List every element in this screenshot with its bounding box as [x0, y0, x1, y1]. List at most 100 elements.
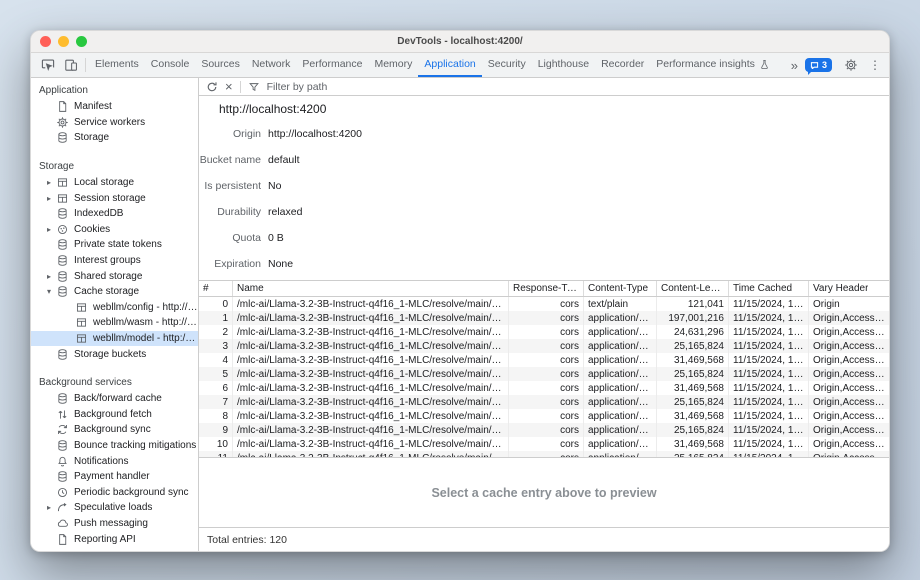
tab-performance[interactable]: Performance — [296, 53, 368, 77]
chevron-right-icon[interactable]: ▸ — [43, 225, 55, 234]
sidebar-item-storage-buckets[interactable]: Storage buckets — [31, 346, 198, 362]
cell-response-type: cors — [509, 437, 584, 451]
sidebar-item-speculative-loads[interactable]: ▸Speculative loads — [31, 500, 198, 516]
sidebar-item-service-workers[interactable]: Service workers — [31, 115, 198, 131]
sidebar-item-cookies[interactable]: ▸Cookies — [31, 222, 198, 238]
chevron-right-icon[interactable]: ▸ — [43, 503, 55, 512]
chevron-right-icon[interactable]: ▸ — [43, 178, 55, 187]
sidebar-item-indexeddb[interactable]: IndexedDB — [31, 206, 198, 222]
cell-value: Origin,Access… — [813, 411, 885, 422]
settings-gear-icon[interactable] — [839, 58, 862, 72]
cache-entry-row[interactable]: 5/mlc-ai/Llama-3.2-3B-Instruct-q4f16_1-M… — [199, 367, 889, 381]
sidebar-item-interest-groups[interactable]: Interest groups — [31, 253, 198, 269]
sidebar-item-background-sync[interactable]: Background sync — [31, 422, 198, 438]
column-header-content-length[interactable]: Content-Length — [657, 281, 729, 296]
sidebar-item-back-forward-cache[interactable]: Back/forward cache — [31, 391, 198, 407]
cell-content-length: 24,631,296 — [657, 325, 729, 339]
tab-memory[interactable]: Memory — [368, 53, 418, 77]
console-messages-badge[interactable]: 3 — [805, 58, 832, 72]
cell-: 6 — [199, 381, 233, 395]
filter-by-path-input[interactable] — [267, 79, 417, 94]
tab-console[interactable]: Console — [145, 53, 196, 77]
sidebar-item-webllm-model-http-loc[interactable]: webllm/model - http://loc… — [31, 331, 198, 347]
minimize-window-button[interactable] — [58, 36, 69, 47]
cache-entry-row[interactable]: 0/mlc-ai/Llama-3.2-3B-Instruct-q4f16_1-M… — [199, 297, 889, 311]
tab-elements[interactable]: Elements — [89, 53, 145, 77]
cache-storage-panel: × http://localhost:4200 Originhttp://loc… — [199, 78, 889, 551]
sidebar-item-cache-storage[interactable]: ▾Cache storage — [31, 284, 198, 300]
cache-entry-row[interactable]: 1/mlc-ai/Llama-3.2-3B-Instruct-q4f16_1-M… — [199, 311, 889, 325]
cache-entry-row[interactable]: 3/mlc-ai/Llama-3.2-3B-Instruct-q4f16_1-M… — [199, 339, 889, 353]
sidebar-item-push-messaging[interactable]: Push messaging — [31, 516, 198, 532]
cache-entry-row[interactable]: 8/mlc-ai/Llama-3.2-3B-Instruct-q4f16_1-M… — [199, 409, 889, 423]
sidebar-item-session-storage[interactable]: ▸Session storage — [31, 190, 198, 206]
device-toolbar-icon[interactable] — [59, 53, 82, 77]
column-header-name[interactable]: Name — [233, 281, 509, 296]
cache-entry-row[interactable]: 6/mlc-ai/Llama-3.2-3B-Instruct-q4f16_1-M… — [199, 381, 889, 395]
cell-value: 2 — [222, 327, 228, 338]
sidebar-item-manifest[interactable]: Manifest — [31, 99, 198, 115]
more-tabs-icon[interactable]: » — [791, 59, 798, 72]
tabbar-right-controls: » 3 ⋮ — [787, 53, 885, 77]
cell-: 2 — [199, 325, 233, 339]
devtools-window: DevTools - localhost:4200/ ElementsConso… — [30, 30, 890, 552]
sidebar-item-label: Background fetch — [74, 409, 198, 420]
close-window-button[interactable] — [40, 36, 51, 47]
sidebar-item-periodic-background-sync[interactable]: Periodic background sync — [31, 484, 198, 500]
refresh-icon[interactable] — [206, 81, 218, 93]
sidebar-item-local-storage[interactable]: ▸Local storage — [31, 175, 198, 191]
cache-entry-row[interactable]: 7/mlc-ai/Llama-3.2-3B-Instruct-q4f16_1-M… — [199, 395, 889, 409]
cache-entry-row[interactable]: 10/mlc-ai/Llama-3.2-3B-Instruct-q4f16_1-… — [199, 437, 889, 451]
clear-icon[interactable]: × — [225, 80, 233, 93]
column-header-label: # — [203, 283, 209, 294]
column-header-content-type[interactable]: Content-Type — [584, 281, 657, 296]
sidebar-item-bounce-tracking-mitigations[interactable]: Bounce tracking mitigations — [31, 438, 198, 454]
fullscreen-window-button[interactable] — [76, 36, 87, 47]
cell-value: /mlc-ai/Llama-3.2-3B-Instruct-q4f16_1-ML… — [237, 383, 504, 394]
sidebar-item-storage[interactable]: Storage — [31, 130, 198, 146]
sidebar-item-background-fetch[interactable]: Background fetch — [31, 407, 198, 423]
cell-vary-header: Origin — [809, 297, 889, 311]
cache-entry-row[interactable]: 9/mlc-ai/Llama-3.2-3B-Instruct-q4f16_1-M… — [199, 423, 889, 437]
tab-label: Recorder — [601, 58, 644, 70]
detail-row-durability: Durabilityrelaxed — [199, 199, 889, 225]
tab-security[interactable]: Security — [482, 53, 532, 77]
sidebar-item-webllm-wasm-http-loca[interactable]: webllm/wasm - http://loca… — [31, 315, 198, 331]
column-header-label: Name — [237, 283, 264, 294]
column-header-time-cached[interactable]: Time Cached — [729, 281, 809, 296]
cell-value: 11/15/2024, 10… — [733, 299, 804, 310]
toolbar-divider — [85, 58, 86, 72]
sidebar-item-label: Notifications — [74, 456, 198, 467]
sidebar-item-notifications[interactable]: Notifications — [31, 453, 198, 469]
kebab-menu-icon[interactable]: ⋮ — [869, 59, 881, 71]
tab-sources[interactable]: Sources — [195, 53, 246, 77]
chevron-right-icon[interactable]: ▸ — [43, 272, 55, 281]
sidebar-item-private-state-tokens[interactable]: Private state tokens — [31, 237, 198, 253]
tab-performance-insights[interactable]: Performance insights — [650, 53, 776, 77]
document-icon — [55, 100, 69, 114]
cell-vary-header: Origin,Access… — [809, 367, 889, 381]
column-header-[interactable]: # — [199, 281, 233, 296]
sidebar-item-label: IndexedDB — [74, 208, 198, 219]
column-header-response-type[interactable]: Response-Type — [509, 281, 584, 296]
chevron-down-icon[interactable]: ▾ — [43, 287, 55, 296]
cell-: 4 — [199, 353, 233, 367]
window-titlebar[interactable]: DevTools - localhost:4200/ — [31, 31, 889, 53]
sidebar-item-payment-handler[interactable]: Payment handler — [31, 469, 198, 485]
column-header-vary-header[interactable]: Vary Header — [809, 281, 889, 296]
sidebar-item-reporting-api[interactable]: Reporting API — [31, 531, 198, 547]
tab-lighthouse[interactable]: Lighthouse — [532, 53, 595, 77]
tab-network[interactable]: Network — [246, 53, 297, 77]
cell-value: Origin,Access… — [813, 383, 885, 394]
chevron-right-icon[interactable]: ▸ — [43, 194, 55, 203]
detail-row-origin: Originhttp://localhost:4200 — [199, 121, 889, 147]
inspect-element-icon[interactable] — [36, 53, 59, 77]
sidebar-item-label: Manifest — [74, 101, 198, 112]
tab-application[interactable]: Application — [418, 53, 481, 77]
tab-recorder[interactable]: Recorder — [595, 53, 650, 77]
cell-: 3 — [199, 339, 233, 353]
sidebar-item-shared-storage[interactable]: ▸Shared storage — [31, 268, 198, 284]
cache-entry-row[interactable]: 4/mlc-ai/Llama-3.2-3B-Instruct-q4f16_1-M… — [199, 353, 889, 367]
cache-entry-row[interactable]: 2/mlc-ai/Llama-3.2-3B-Instruct-q4f16_1-M… — [199, 325, 889, 339]
sidebar-item-webllm-config-http-loc[interactable]: webllm/config - http://loc… — [31, 300, 198, 316]
